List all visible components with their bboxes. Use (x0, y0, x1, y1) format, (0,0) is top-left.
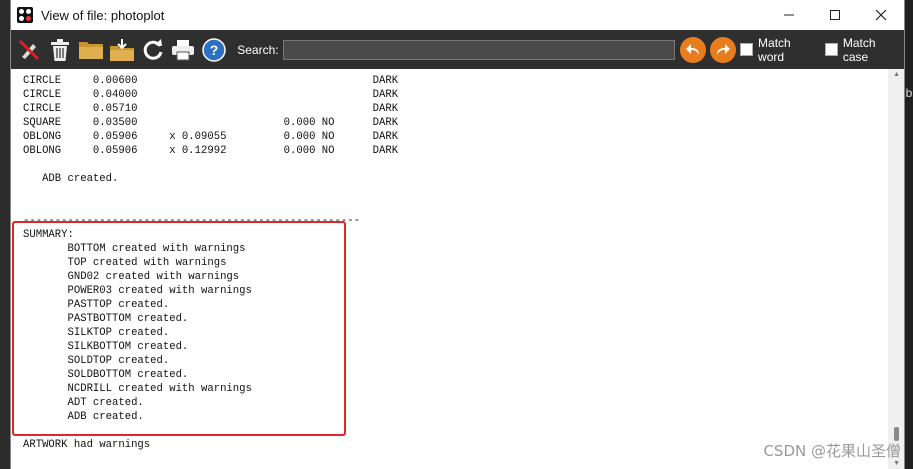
folder-download-icon (109, 38, 134, 61)
title-bar: View of file: photoplot (11, 0, 904, 30)
background-desktop-left (0, 0, 10, 469)
trash-icon (50, 38, 69, 61)
close-button[interactable] (858, 0, 904, 30)
match-case-label: Match case (842, 35, 876, 64)
arrow-back-icon (686, 43, 700, 55)
scroll-thumb[interactable] (894, 427, 899, 441)
watermark: CSDN @花果山圣僧 (763, 442, 901, 460)
refresh-button[interactable] (138, 35, 168, 65)
report-line: CIRCLE 0.05710 DARK (23, 103, 399, 115)
maximize-icon (830, 10, 840, 20)
open-folder-button[interactable] (76, 35, 106, 65)
report-line: OBLONG 0.05906 x 0.12992 0.000 NO DARK (23, 145, 399, 157)
report-line: ADB created. (23, 173, 119, 185)
pen-disabled-icon (18, 39, 39, 60)
toolbar: ? Search: Match word Match case (11, 30, 904, 69)
background-desktop-right (905, 0, 913, 469)
report-line: ARTWORK had warnings (23, 439, 151, 451)
search-label: Search: (237, 42, 279, 57)
app-icon (17, 7, 33, 23)
report-line: CIRCLE 0.00600 DARK (23, 75, 399, 87)
find-next-button[interactable] (710, 36, 737, 63)
search-input[interactable] (282, 39, 676, 60)
delete-button[interactable] (45, 35, 75, 65)
match-case-checkbox[interactable] (824, 43, 838, 56)
report-line: CIRCLE 0.04000 DARK (23, 89, 399, 101)
file-content-area[interactable]: CIRCLE 0.00600 DARK CIRCLE 0.04000 DARK … (11, 69, 888, 469)
no-edit-tool-button[interactable] (14, 35, 44, 65)
scroll-up-icon[interactable]: ▲ (893, 71, 900, 78)
help-icon: ? (202, 37, 227, 62)
refresh-icon (143, 38, 162, 60)
close-icon (875, 9, 887, 21)
report-line: OBLONG 0.05906 x 0.09055 0.000 NO DARK (23, 131, 399, 143)
save-to-folder-button[interactable] (107, 35, 137, 65)
minimize-icon (784, 14, 794, 16)
minimize-button[interactable] (766, 0, 812, 30)
scroll-down-icon[interactable]: ▼ (893, 460, 900, 467)
folder-icon (78, 41, 103, 59)
report-line: SQUARE 0.03500 0.000 NO DARK (23, 117, 399, 129)
svg-text:?: ? (210, 42, 219, 58)
maximize-button[interactable] (812, 0, 858, 30)
window-title: View of file: photoplot (41, 7, 165, 23)
background-glyph: b (905, 86, 913, 100)
printer-icon (172, 39, 195, 60)
arrow-forward-icon (717, 43, 731, 55)
match-word-checkbox[interactable] (740, 43, 754, 56)
help-button[interactable]: ? (199, 35, 229, 65)
vertical-scrollbar[interactable]: ▲ ▼ (888, 69, 904, 469)
print-button[interactable] (168, 35, 198, 65)
find-previous-button[interactable] (680, 36, 707, 63)
file-viewer-window: View of file: photoplot ? Search: Match … (10, 0, 905, 469)
summary-highlight-box (12, 221, 346, 436)
match-word-label: Match word (758, 35, 791, 64)
